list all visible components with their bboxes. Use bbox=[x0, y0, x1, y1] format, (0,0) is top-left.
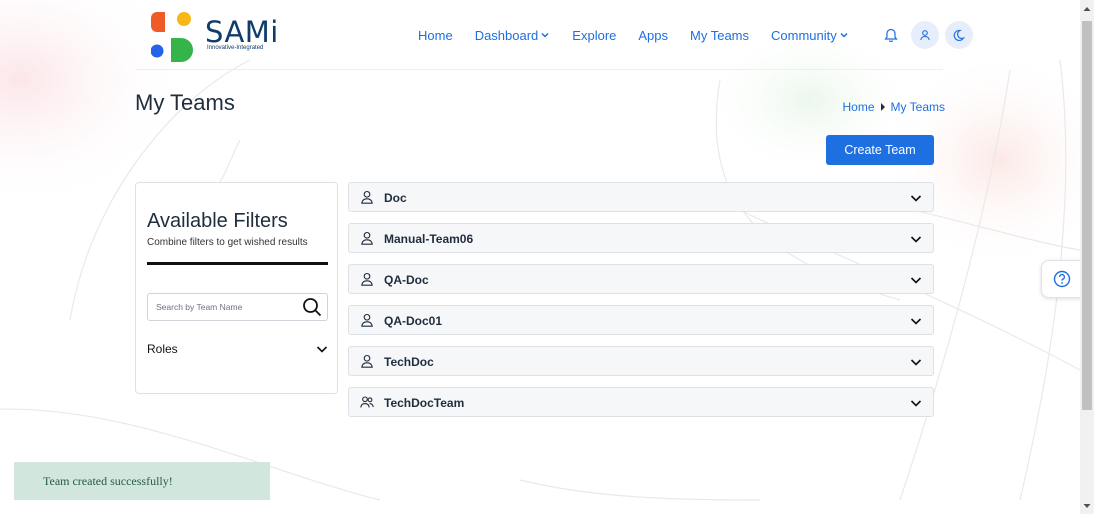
breadcrumb: Home My Teams bbox=[843, 100, 945, 114]
moon-icon bbox=[953, 29, 966, 41]
nav-home-label: Home bbox=[418, 27, 453, 43]
user-icon bbox=[361, 272, 373, 286]
scroll-thumb[interactable] bbox=[1082, 21, 1092, 410]
users-icon bbox=[360, 396, 374, 408]
team-search-input[interactable] bbox=[148, 294, 293, 320]
nav-dashboard[interactable]: Dashboard bbox=[475, 28, 551, 43]
nav-my-teams[interactable]: My Teams bbox=[690, 28, 749, 43]
roles-filter-label: Roles bbox=[147, 342, 178, 356]
question-circle-icon bbox=[1053, 270, 1071, 288]
nav-apps[interactable]: Apps bbox=[638, 28, 668, 43]
team-row[interactable]: QA-Doc bbox=[348, 264, 934, 294]
main-nav: Home Dashboard Explore Apps My Teams Com… bbox=[418, 21, 973, 49]
team-row[interactable]: Doc bbox=[348, 182, 934, 212]
team-row[interactable]: TechDoc bbox=[348, 346, 934, 376]
user-icon bbox=[361, 313, 373, 327]
team-search-box bbox=[147, 293, 328, 321]
nav-apps-label: Apps bbox=[638, 27, 669, 43]
filters-panel: Available Filters Combine filters to get… bbox=[135, 182, 338, 394]
chevron-down-icon bbox=[840, 32, 848, 38]
team-name: QA-Doc01 bbox=[384, 314, 443, 328]
theme-toggle-button[interactable] bbox=[944, 21, 973, 49]
scroll-down-arrow-icon[interactable] bbox=[1083, 502, 1091, 510]
brand-logo[interactable]: SAMi Innovative-Integrated bbox=[150, 12, 281, 62]
chevron-down-icon[interactable] bbox=[910, 274, 922, 286]
page-title: My Teams bbox=[135, 90, 235, 115]
team-name: TechDocTeam bbox=[384, 396, 465, 410]
caret-right-icon bbox=[880, 103, 885, 111]
brand-tagline: Innovative-Integrated bbox=[207, 45, 264, 51]
profile-button[interactable] bbox=[910, 21, 939, 49]
chevron-down-icon[interactable] bbox=[910, 356, 922, 368]
brand-name: SAMi bbox=[205, 15, 279, 49]
team-row[interactable]: TechDocTeam bbox=[348, 387, 934, 417]
nav-community-label: Community bbox=[771, 27, 837, 43]
team-name: Doc bbox=[384, 191, 407, 205]
team-row[interactable]: Manual-Team06 bbox=[348, 223, 934, 253]
notifications-button[interactable] bbox=[877, 21, 905, 49]
nav-my-teams-label: My Teams bbox=[690, 27, 750, 43]
filters-subtitle: Combine filters to get wished results bbox=[147, 237, 308, 248]
nav-explore-label: Explore bbox=[572, 27, 617, 43]
user-icon bbox=[361, 190, 373, 204]
team-name: Manual-Team06 bbox=[384, 232, 474, 246]
chevron-down-icon bbox=[541, 32, 549, 38]
logo-mark-icon bbox=[150, 12, 193, 62]
search-icon[interactable] bbox=[302, 297, 322, 317]
create-team-button[interactable]: Create Team bbox=[826, 135, 934, 165]
bell-icon bbox=[884, 28, 898, 42]
chevron-down-icon[interactable] bbox=[910, 397, 922, 409]
page-scrollbar[interactable] bbox=[1080, 0, 1094, 514]
scroll-up-arrow-icon[interactable] bbox=[1083, 5, 1091, 13]
chevron-down-icon[interactable] bbox=[910, 233, 922, 245]
page: SAMi Innovative-Integrated Home Dashboar… bbox=[0, 0, 1083, 514]
nav-dashboard-label: Dashboard bbox=[474, 27, 539, 43]
filters-title: Available Filters bbox=[147, 210, 288, 232]
filters-divider bbox=[147, 262, 328, 265]
nav-community[interactable]: Community bbox=[771, 28, 849, 43]
breadcrumb-home[interactable]: Home bbox=[843, 100, 875, 114]
top-header: SAMi Innovative-Integrated Home Dashboar… bbox=[135, 0, 973, 70]
chevron-down-icon[interactable] bbox=[910, 192, 922, 204]
breadcrumb-current[interactable]: My Teams bbox=[891, 100, 945, 114]
user-icon bbox=[920, 30, 930, 41]
user-icon bbox=[361, 354, 373, 368]
help-button[interactable] bbox=[1041, 260, 1083, 298]
roles-filter-toggle[interactable]: Roles bbox=[147, 341, 328, 357]
nav-home[interactable]: Home bbox=[418, 28, 453, 43]
chevron-down-icon[interactable] bbox=[910, 315, 922, 327]
user-icon bbox=[361, 231, 373, 245]
chevron-down-icon bbox=[316, 346, 328, 353]
nav-explore[interactable]: Explore bbox=[572, 28, 616, 43]
team-name: QA-Doc bbox=[384, 273, 429, 287]
success-toast: Team created successfully! bbox=[14, 462, 270, 500]
team-list: Doc Manual-Team06 QA-Doc QA-Doc01 TechDo… bbox=[348, 182, 934, 428]
team-row[interactable]: QA-Doc01 bbox=[348, 305, 934, 335]
team-name: TechDoc bbox=[384, 355, 434, 369]
